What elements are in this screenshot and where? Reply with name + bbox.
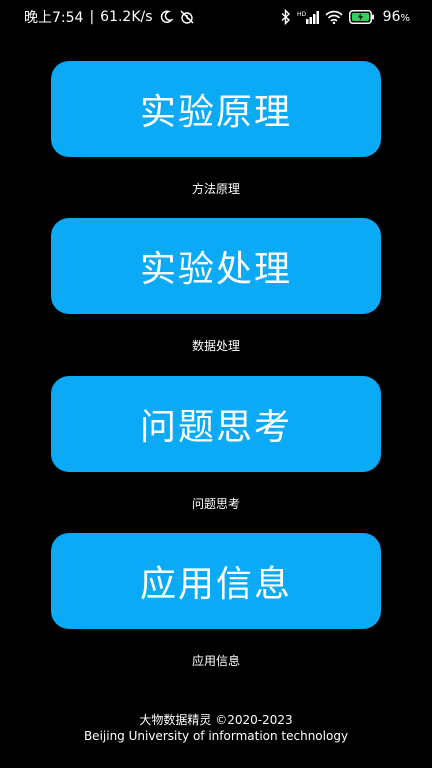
app-info-caption: 应用信息 [191,654,240,668]
footer-copyright: 大物数据精灵 ©2020-2023 [139,713,293,727]
experiment-processing-button[interactable]: 实验处理 [51,218,381,314]
app-info-button[interactable]: 应用信息 [51,533,381,629]
experiment-processing-button-label: 实验处理 [139,249,292,290]
status-time: 晚上7:54 [24,10,84,26]
status-separator: | [89,9,95,25]
experiment-principle-button[interactable]: 实验原理 [51,61,381,157]
wifi-icon [325,10,343,24]
hd-signal-icon: HD [297,10,319,24]
status-network-speed: 61.2K/s [100,9,153,25]
battery-unit: % [400,13,410,24]
app-screen: 晚上7:54 | 61.2K/s HD 96% 实验原理 方法原理 实验处理 数… [0,0,432,768]
data-processing-caption: 数据处理 [191,339,240,353]
battery-percent: 96% [382,9,410,25]
question-thinking-button-label: 问题思考 [139,407,292,448]
method-principle-caption: 方法原理 [191,182,240,196]
status-bar-left: 晚上7:54 | 61.2K/s [24,7,195,27]
bluetooth-icon [281,9,291,25]
status-bar-right: HD 96% [281,9,410,25]
status-bar: 晚上7:54 | 61.2K/s HD 96% [0,0,432,34]
svg-text:HD: HD [297,11,307,18]
question-thinking-button[interactable]: 问题思考 [51,376,381,472]
question-thinking-caption: 问题思考 [191,497,240,511]
alarm-off-icon [179,9,195,25]
footer: 大物数据精灵 ©2020-2023 Beijing University of … [0,712,432,744]
experiment-principle-button-label: 实验原理 [139,92,292,133]
moon-icon [159,10,173,24]
battery-charging-icon [348,10,375,24]
footer-university: Beijing University of information techno… [83,729,349,743]
app-info-button-label: 应用信息 [139,564,292,605]
